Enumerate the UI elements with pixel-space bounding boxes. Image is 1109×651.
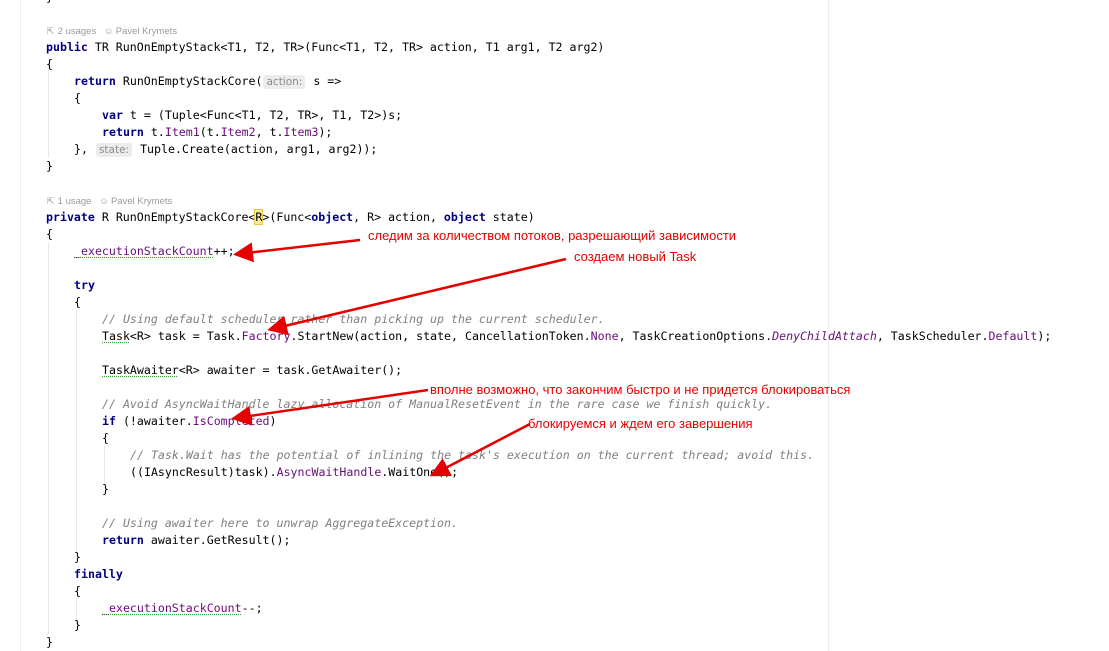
annotation-new-task: создаем новый Task bbox=[574, 249, 697, 264]
annotation-arrows bbox=[231, 238, 567, 477]
arrow-4 bbox=[429, 422, 531, 477]
code-editor[interactable]: } ⇱ 2 usages ☺ Pavel Krymets public TR R… bbox=[0, 0, 1109, 651]
arrow-1 bbox=[233, 238, 361, 263]
arrow-3 bbox=[231, 388, 429, 426]
arrow-2 bbox=[267, 257, 567, 336]
annotation-stack-count: следим за количеством потоков, разрешающ… bbox=[368, 228, 737, 243]
annotation-finish-quickly: вполне возможно, что закончим быстро и н… bbox=[430, 382, 851, 397]
annotation-block-wait: блокируемся и ждем его завершения bbox=[528, 416, 753, 431]
